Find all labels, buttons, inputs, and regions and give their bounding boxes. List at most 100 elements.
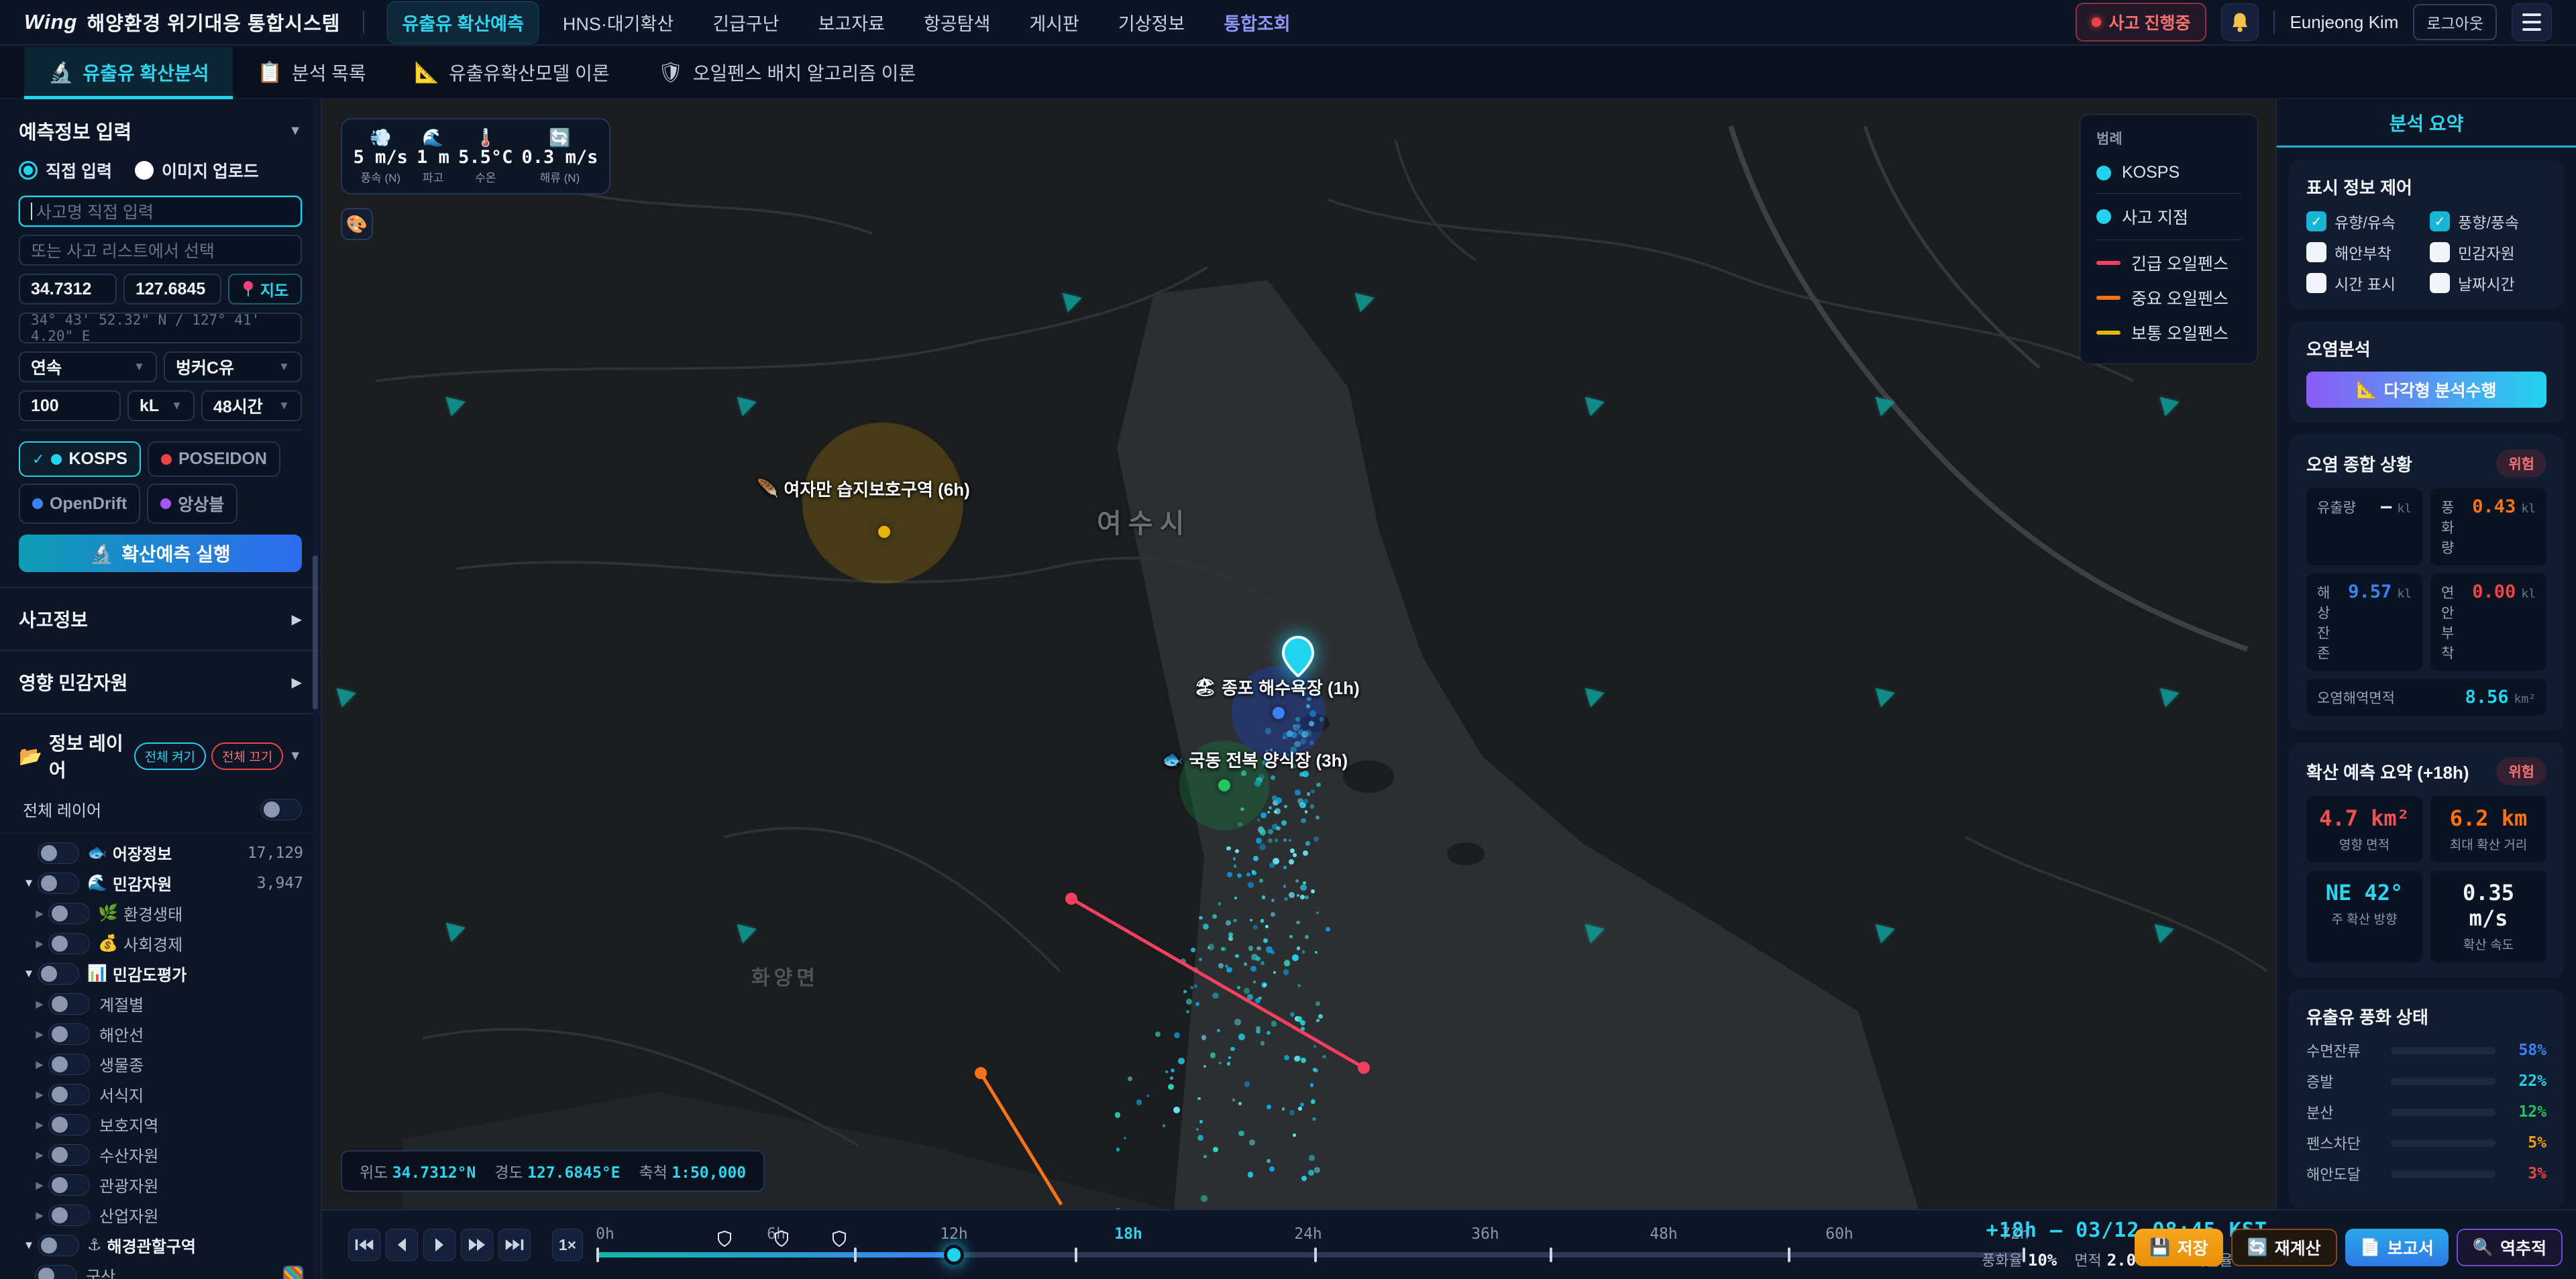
nav-item-통합조회[interactable]: 통합조회 [1209,1,1305,44]
collapse-caret-icon[interactable]: ▼ [20,967,38,981]
sub-tab-유출유 확산분석[interactable]: 🔬유출유 확산분석 [24,47,233,98]
timeline-thumb[interactable] [944,1245,964,1265]
collapse-caret-icon[interactable]: ▼ [20,877,38,890]
incident-active-badge[interactable]: 사고 진행중 [2076,3,2207,42]
expand-caret-icon[interactable]: ▶ [31,998,48,1010]
보고서-button[interactable]: 📄보고서 [2345,1229,2449,1266]
layer-toggle[interactable] [48,933,90,954]
section-impact-resources[interactable]: 영향 민감자원▶ [0,650,321,713]
sub-tab-오일펜스 배치 알고리즘 이론[interactable]: 🛡오일펜스 배치 알고리즘 이론 [634,47,941,98]
재계산-button[interactable]: 🔄재계산 [2231,1229,2337,1266]
speed-button[interactable]: 1× [552,1229,583,1261]
polygon-analysis-button[interactable]: 📐 다각형 분석수행 [2306,372,2546,408]
radio-image-upload[interactable]: 이미지 업로드 [135,158,259,182]
run-prediction-button[interactable]: 🔬 확산예측 실행 [19,535,302,572]
layer-toggle[interactable] [35,1265,76,1279]
notifications-button[interactable] [2221,3,2259,41]
section-incident-info[interactable]: 사고정보▶ [0,587,321,650]
layer-toggle[interactable] [38,873,79,894]
checkbox-icon[interactable] [2430,273,2450,293]
layer-toggle[interactable] [48,1023,90,1045]
display-check-유향/유속[interactable]: ✓유향/유속 [2306,210,2423,233]
expand-caret-icon[interactable]: ▶ [31,907,48,920]
sidebar-scrollbar[interactable] [314,99,319,1279]
nav-item-기상정보[interactable]: 기상정보 [1104,1,1199,44]
map-canvas[interactable]: 🪶여자만 습지보호구역 (6h)🏖종포 해수욕장 (1h)🐟국동 전복 양식장 … [322,99,2275,1209]
logout-button[interactable]: 로그아웃 [2413,4,2497,40]
checkbox-icon[interactable] [2306,273,2326,293]
skip-end-button[interactable] [498,1229,531,1261]
expand-caret-icon[interactable]: ▶ [31,1149,48,1161]
spill-type-select[interactable]: 연속▼ [19,351,157,382]
expand-caret-icon[interactable]: ▶ [31,1179,48,1191]
layer-toggle[interactable] [48,1144,90,1166]
timeline-label-12h[interactable]: 12h [940,1225,968,1243]
expand-caret-icon[interactable]: ▶ [31,1209,48,1221]
radio-direct-input[interactable]: 직접 입력 [19,158,112,182]
display-check-시간 표시[interactable]: 시간 표시 [2306,272,2423,294]
expand-caret-icon[interactable]: ▶ [31,938,48,950]
layer-toggle[interactable] [48,1054,90,1075]
sub-tab-유출유확산모델 이론[interactable]: 📐유출유확산모델 이론 [390,47,634,98]
layer-toggle[interactable] [38,842,79,864]
layer-toggle[interactable] [48,993,90,1015]
timeline-label-0h[interactable]: 0h [596,1225,614,1243]
checkbox-checked-icon[interactable]: ✓ [2306,211,2326,231]
incident-name-input[interactable]: 사고명 직접 입력 [19,196,302,227]
nav-item-보고자료[interactable]: 보고자료 [804,1,900,44]
all-layers-on-button[interactable]: 전체 켜기 [134,742,206,770]
fast-forward-button[interactable] [461,1229,493,1261]
sub-tab-분석 목록[interactable]: 📋분석 목록 [233,47,390,98]
amount-input[interactable]: 100 [19,390,121,421]
model-chip-앙상블[interactable]: 앙상블 [147,484,237,524]
layer-toggle[interactable] [48,1114,90,1135]
skip-start-button[interactable] [348,1229,380,1261]
collapse-caret-icon[interactable]: ▼ [20,1239,38,1252]
layer-toggle[interactable] [48,1084,90,1105]
timeline-label-36h[interactable]: 36h [1471,1225,1499,1243]
layer-toggle[interactable] [48,1205,90,1226]
layer-toggle[interactable] [48,903,90,924]
저장-button[interactable]: 💾저장 [2135,1229,2222,1266]
nav-item-항공탐색[interactable]: 항공탐색 [909,1,1005,44]
역추적-button[interactable]: 🔍역추적 [2457,1229,2563,1266]
incident-list-select[interactable]: 또는 사고 리스트에서 선택 [19,235,302,266]
layer-toggle[interactable] [48,1174,90,1196]
timeline-label-24h[interactable]: 24h [1294,1225,1322,1243]
map-style-button[interactable]: 🎨 [341,208,373,240]
timeline-label-60h[interactable]: 60h [1825,1225,1854,1243]
display-check-민감자원[interactable]: 민감자원 [2430,241,2546,264]
timeline-track[interactable]: 0h6h12h18h24h36h48h60h72h [596,1252,2024,1258]
layer-toggle[interactable] [38,1235,79,1256]
latitude-input[interactable]: 34.7312 [19,274,117,304]
map-pick-button[interactable]: 지도 [228,274,302,304]
model-chip-OpenDrift[interactable]: OpenDrift [19,484,140,524]
incident-point-marker[interactable] [1282,636,1314,677]
master-layer-toggle[interactable] [260,799,302,820]
play-button[interactable] [423,1229,455,1261]
prediction-input-header[interactable]: 예측정보 입력 ▼ [19,117,302,145]
expand-caret-icon[interactable]: ▶ [31,1058,48,1070]
unit-select[interactable]: kL▼ [127,390,195,421]
all-layers-off-button[interactable]: 전체 끄기 [211,742,283,770]
model-chip-KOSPS[interactable]: ✓KOSPS [19,441,141,477]
layer-style-icon[interactable] [283,1266,303,1279]
layer-toggle[interactable] [38,963,79,985]
expand-caret-icon[interactable]: ▶ [31,1028,48,1040]
nav-item-유출유 확산예측[interactable]: 유출유 확산예측 [387,1,538,44]
display-check-풍향/풍속[interactable]: ✓풍향/풍속 [2430,210,2546,233]
checkbox-icon[interactable] [2430,242,2450,262]
checkbox-icon[interactable] [2306,242,2326,262]
display-check-해안부착[interactable]: 해안부착 [2306,241,2423,264]
longitude-input[interactable]: 127.6845 [123,274,221,304]
duration-select[interactable]: 48시간▼ [201,390,302,421]
model-chip-POSEIDON[interactable]: POSEIDON [148,441,280,477]
timeline-label-48h[interactable]: 48h [1650,1225,1678,1243]
nav-item-게시판[interactable]: 게시판 [1014,1,1094,44]
nav-item-긴급구난[interactable]: 긴급구난 [698,1,794,44]
timeline-label-18h[interactable]: 18h [1114,1225,1142,1243]
expand-caret-icon[interactable]: ▶ [31,1119,48,1131]
oil-type-select[interactable]: 벙커C유▼ [164,351,302,382]
checkbox-checked-icon[interactable]: ✓ [2430,211,2450,231]
expand-caret-icon[interactable]: ▶ [31,1089,48,1101]
